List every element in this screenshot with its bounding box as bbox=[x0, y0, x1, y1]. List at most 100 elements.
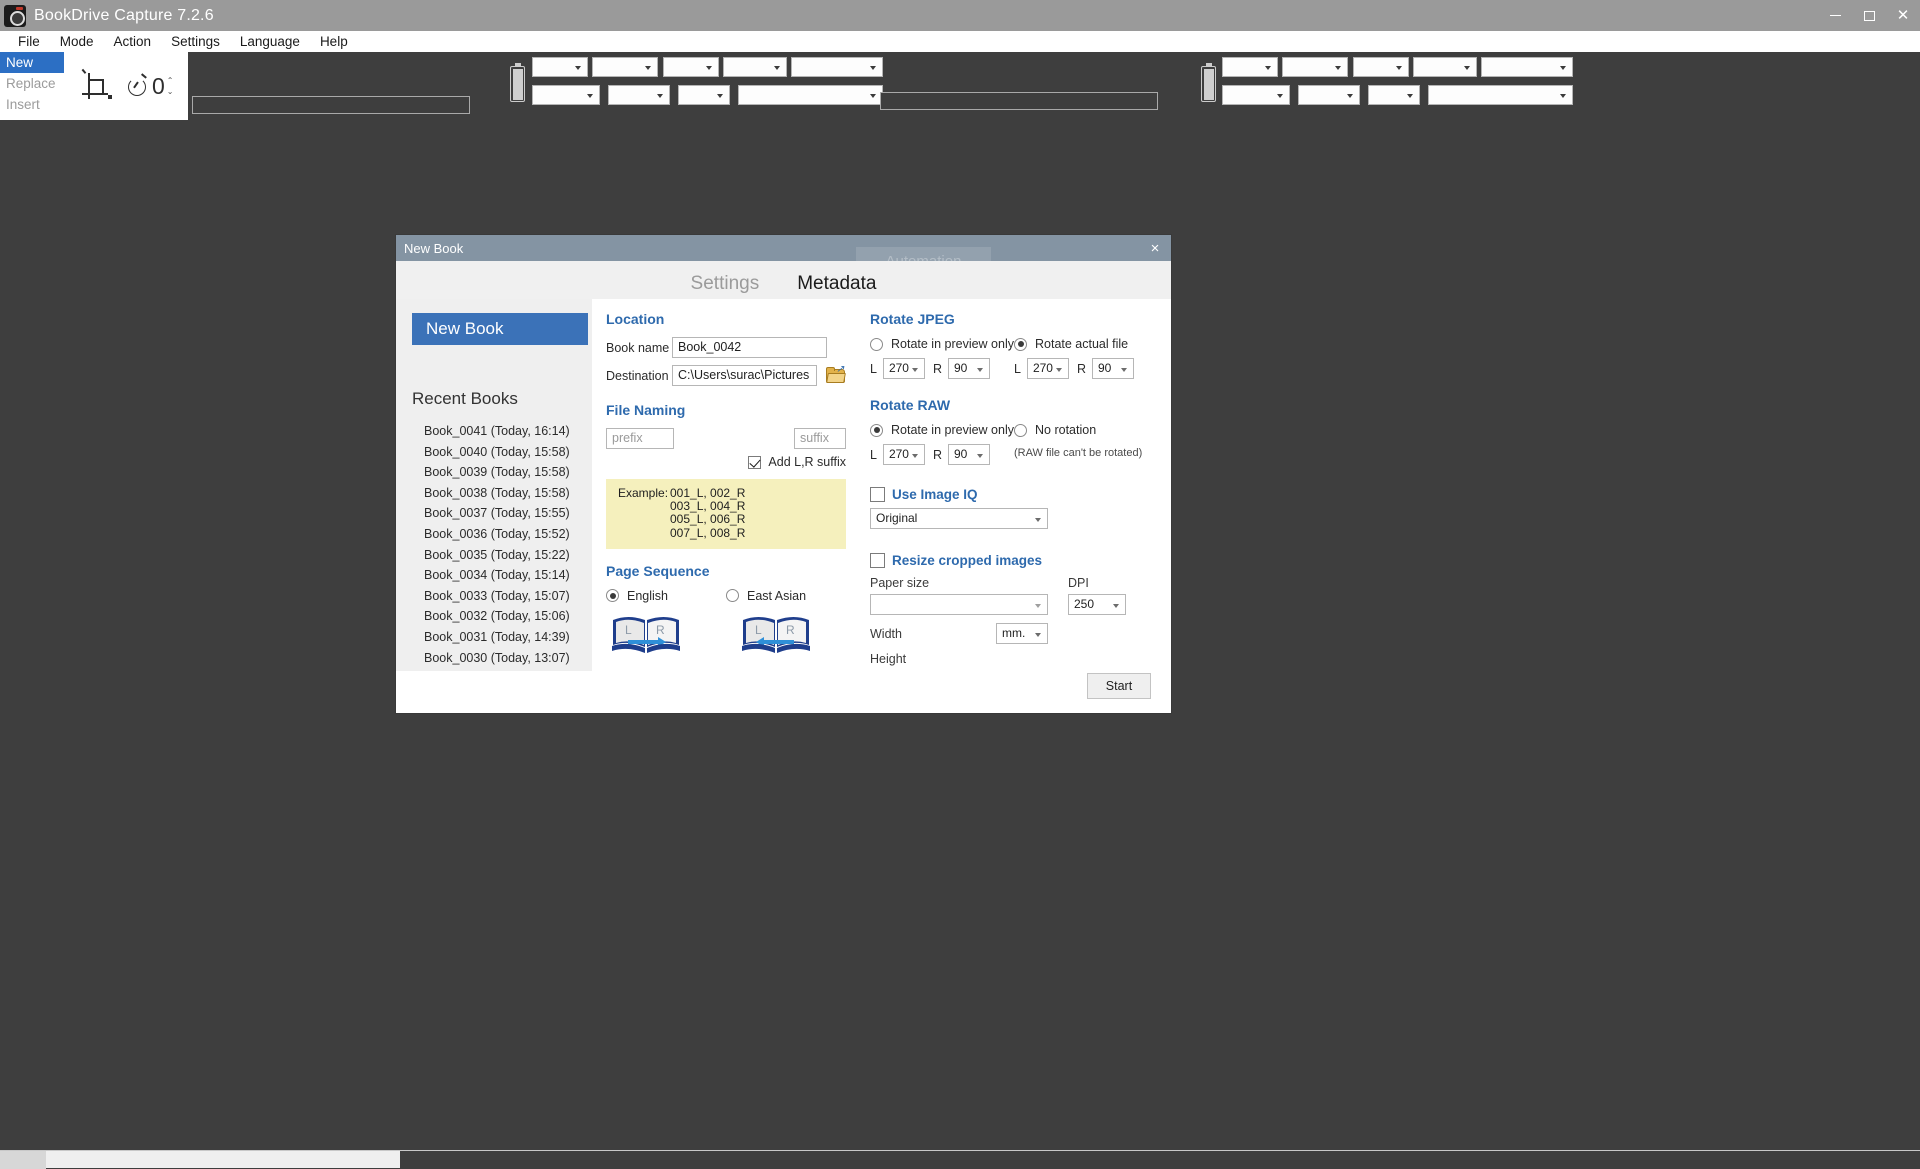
new-book-dialog: New Book Automation × Settings Metadata … bbox=[396, 235, 1171, 713]
dialog-tabbar: Settings Metadata bbox=[396, 261, 1171, 299]
camera-left-combo-4[interactable] bbox=[723, 57, 787, 77]
camera-right-combo-6[interactable] bbox=[1222, 85, 1290, 105]
menu-action[interactable]: Action bbox=[104, 31, 162, 52]
use-image-iq-checkbox[interactable] bbox=[870, 487, 885, 502]
list-item[interactable]: Book_0037 (Today, 15:55) bbox=[424, 503, 592, 524]
menu-settings[interactable]: Settings bbox=[161, 31, 230, 52]
add-lr-suffix-row[interactable]: Add L,R suffix bbox=[606, 455, 846, 469]
menu-file[interactable]: File bbox=[8, 31, 50, 52]
rotate-jpeg-actual-radio[interactable] bbox=[1014, 338, 1027, 351]
paper-size-dropdown[interactable] bbox=[870, 594, 1048, 615]
tab-settings[interactable]: Settings bbox=[689, 273, 762, 297]
example-label: Example: bbox=[618, 487, 670, 500]
dpi-dropdown[interactable]: 250 bbox=[1068, 594, 1126, 615]
spinner-up-icon[interactable]: ⌃ bbox=[167, 78, 174, 84]
east-asian-label: East Asian bbox=[747, 589, 806, 603]
camera-left-combo-7[interactable] bbox=[608, 85, 670, 105]
new-book-button[interactable]: New Book bbox=[412, 313, 588, 345]
rotate-jpeg-actual-option[interactable]: Rotate actual file bbox=[1014, 337, 1158, 351]
camera-right-combo-8[interactable] bbox=[1368, 85, 1420, 105]
raw-r-dropdown[interactable]: 90 bbox=[948, 444, 990, 465]
unit-dropdown[interactable]: mm. bbox=[996, 623, 1048, 644]
camera-right-combo-4[interactable] bbox=[1413, 57, 1477, 77]
camera-left-combo-3[interactable] bbox=[663, 57, 719, 77]
timer-spinner[interactable]: ⌃ ⌄ bbox=[167, 78, 174, 95]
rotate-jpeg-preview-option[interactable]: Rotate in preview only bbox=[870, 337, 1014, 351]
start-button[interactable]: Start bbox=[1087, 673, 1151, 699]
camera-panel-1-filename-field[interactable] bbox=[192, 96, 470, 114]
jpeg-actual-l-label: L bbox=[1014, 362, 1021, 376]
camera-panel-2-filename-field[interactable] bbox=[880, 92, 1158, 110]
english-radio[interactable] bbox=[606, 589, 619, 602]
menu-mode[interactable]: Mode bbox=[50, 31, 104, 52]
close-button[interactable]: ✕ bbox=[1886, 0, 1920, 31]
rotate-jpeg-preview-radio[interactable] bbox=[870, 338, 883, 351]
list-item[interactable]: Book_0038 (Today, 15:58) bbox=[424, 483, 592, 504]
spinner-down-icon[interactable]: ⌄ bbox=[167, 89, 174, 95]
page-sequence-option-east-asian[interactable]: East Asian bbox=[726, 589, 846, 603]
list-item[interactable]: Book_0035 (Today, 15:22) bbox=[424, 545, 592, 566]
camera-right-combo-5[interactable] bbox=[1481, 57, 1573, 77]
rotate-raw-preview-radio[interactable] bbox=[870, 424, 883, 437]
list-item[interactable]: Book_0031 (Today, 14:39) bbox=[424, 627, 592, 648]
resize-cropped-row[interactable]: Resize cropped images bbox=[870, 553, 1160, 568]
timer-control[interactable]: 0 ⌃ ⌄ bbox=[128, 75, 174, 98]
camera-right-combo-2[interactable] bbox=[1282, 57, 1348, 77]
camera-left-combo-8[interactable] bbox=[678, 85, 730, 105]
camera-right-combo-3[interactable] bbox=[1353, 57, 1409, 77]
book-name-row: Book name Book_0042 bbox=[606, 337, 846, 358]
jpeg-preview-l-dropdown[interactable]: 270 bbox=[883, 358, 925, 379]
camera-left-combo-1[interactable] bbox=[532, 57, 588, 77]
destination-input[interactable]: C:\Users\surac\Pictures bbox=[672, 365, 817, 386]
battery-icon-right bbox=[1201, 66, 1216, 102]
camera-panels-row bbox=[188, 52, 1920, 120]
raw-l-dropdown[interactable]: 270 bbox=[883, 444, 925, 465]
camera-left-combo-5[interactable] bbox=[791, 57, 883, 77]
book-right-label: R bbox=[786, 623, 795, 637]
suffix-input[interactable]: suffix bbox=[794, 428, 846, 449]
timer-icon bbox=[128, 75, 150, 97]
camera-left-combo-9[interactable] bbox=[738, 85, 883, 105]
jpeg-actual-l-dropdown[interactable]: 270 bbox=[1027, 358, 1069, 379]
rotate-jpeg-heading: Rotate JPEG bbox=[870, 311, 1160, 327]
camera-left-combo-2[interactable] bbox=[592, 57, 658, 77]
crop-icon[interactable] bbox=[78, 69, 112, 103]
page-sequence-option-english[interactable]: English bbox=[606, 589, 726, 603]
height-label: Height bbox=[870, 652, 1160, 666]
use-image-iq-row[interactable]: Use Image IQ bbox=[870, 487, 1160, 502]
rotate-raw-none-radio[interactable] bbox=[1014, 424, 1027, 437]
dialog-close-icon[interactable]: × bbox=[1145, 238, 1165, 258]
rotate-raw-none-option[interactable]: No rotation bbox=[1014, 423, 1158, 437]
list-item[interactable]: Book_0032 (Today, 15:06) bbox=[424, 606, 592, 627]
camera-right-combo-1[interactable] bbox=[1222, 57, 1278, 77]
rotate-jpeg-actual-column: Rotate actual file L 270 R 90 bbox=[1014, 337, 1158, 379]
jpeg-preview-r-dropdown[interactable]: 90 bbox=[948, 358, 990, 379]
jpeg-actual-r-dropdown[interactable]: 90 bbox=[1092, 358, 1134, 379]
minimize-button[interactable] bbox=[1818, 0, 1852, 31]
camera-icon bbox=[4, 5, 26, 27]
rotate-jpeg-preview-column: Rotate in preview only L 270 R 90 bbox=[870, 337, 1014, 379]
list-item[interactable]: Book_0030 (Today, 13:07) bbox=[424, 648, 592, 669]
menu-language[interactable]: Language bbox=[230, 31, 310, 52]
dialog-body: New Book Recent Books Book_0041 (Today, … bbox=[396, 299, 1171, 671]
tab-metadata[interactable]: Metadata bbox=[795, 273, 878, 297]
prefix-input[interactable]: prefix bbox=[606, 428, 674, 449]
east-asian-radio[interactable] bbox=[726, 589, 739, 602]
resize-cropped-checkbox[interactable] bbox=[870, 553, 885, 568]
list-item[interactable]: Book_0033 (Today, 15:07) bbox=[424, 586, 592, 607]
folder-open-icon[interactable]: ↗ bbox=[826, 367, 846, 384]
list-item[interactable]: Book_0041 (Today, 16:14) bbox=[424, 421, 592, 442]
menu-help[interactable]: Help bbox=[310, 31, 358, 52]
book-name-input[interactable]: Book_0042 bbox=[672, 337, 827, 358]
add-lr-suffix-checkbox[interactable] bbox=[748, 456, 761, 469]
maximize-button[interactable] bbox=[1852, 0, 1886, 31]
camera-right-combo-9[interactable] bbox=[1428, 85, 1573, 105]
list-item[interactable]: Book_0039 (Today, 15:58) bbox=[424, 462, 592, 483]
camera-right-combo-7[interactable] bbox=[1298, 85, 1360, 105]
list-item[interactable]: Book_0034 (Today, 15:14) bbox=[424, 565, 592, 586]
image-iq-profile-dropdown[interactable]: Original bbox=[870, 508, 1048, 529]
camera-left-combo-6[interactable] bbox=[532, 85, 600, 105]
list-item[interactable]: Book_0036 (Today, 15:52) bbox=[424, 524, 592, 545]
rotate-raw-preview-option[interactable]: Rotate in preview only bbox=[870, 423, 1014, 437]
list-item[interactable]: Book_0040 (Today, 15:58) bbox=[424, 442, 592, 463]
